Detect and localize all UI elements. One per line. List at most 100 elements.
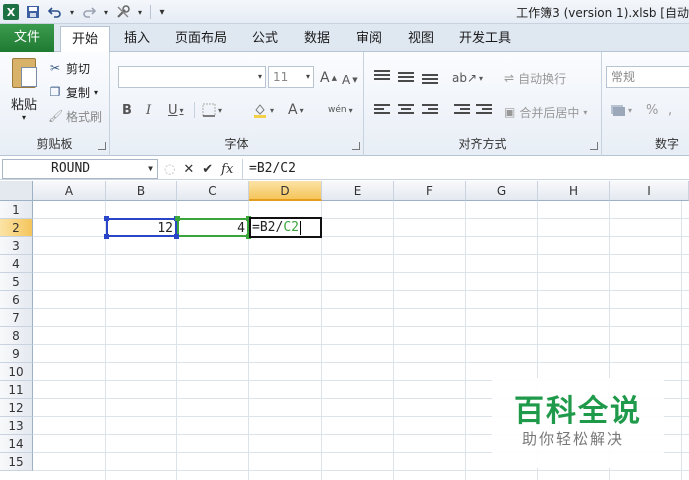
column-header-c[interactable]: C [177,181,249,201]
tab-page-layout[interactable]: 页面布局 [168,26,234,52]
row-header-5[interactable]: 5 [0,273,33,291]
column-header-d[interactable]: D [249,181,322,201]
row-header-8[interactable]: 8 [0,327,33,345]
formula-input[interactable]: =B2/C2 [242,159,689,179]
tab-data[interactable]: 数据 [296,26,338,52]
align-top-icon[interactable] [374,70,390,84]
font-color-button[interactable]: A ▾ [288,100,304,120]
alignment-group-label: 对齐方式 [458,137,507,151]
decrease-indent-icon[interactable] [454,104,470,118]
customize-qat-icon[interactable]: ▾ [157,3,167,21]
redo-dropdown-icon[interactable]: ▾ [102,3,110,21]
column-header-f[interactable]: F [394,181,466,201]
font-size-select[interactable]: 11 ▾ [268,66,314,88]
alignment-launcher-icon[interactable] [590,142,598,150]
orientation-button[interactable]: ab↗ ▾ [452,68,483,88]
column-header-i[interactable]: I [610,181,689,201]
cell-d2-active[interactable]: =B2/C2 [249,217,322,238]
row-header-10[interactable]: 10 [0,363,33,381]
row-header-11[interactable]: 11 [0,381,33,399]
row-header-4[interactable]: 4 [0,255,33,273]
wrap-text-button[interactable]: ⇌ 自动换行 [504,68,566,88]
align-middle-icon[interactable] [398,72,414,86]
row-header-14[interactable]: 14 [0,435,33,453]
row-header-2[interactable]: 2 [0,219,33,237]
phonetic-button[interactable]: wén ▾ [328,100,353,120]
number-format-select[interactable]: 常规 [606,66,689,88]
fill-color-button[interactable]: ▾ [252,100,274,120]
bold-button[interactable]: B [122,100,132,120]
paste-dropdown-icon[interactable]: ▾ [6,113,42,122]
cut-button[interactable]: ✂ 剪切 [48,58,90,78]
align-left-icon[interactable] [374,104,390,118]
tab-formulas[interactable]: 公式 [244,26,286,52]
font-name-select[interactable]: ▾ [118,66,266,88]
quick-access-toolbar: X ▾ ▾ ▾ ▾ [2,3,167,21]
redo-icon[interactable] [80,3,98,21]
ref-handle[interactable] [174,234,179,239]
tools-dropdown-icon[interactable]: ▾ [136,3,144,21]
column-header-b[interactable]: B [106,181,177,201]
ref-handle[interactable] [104,234,109,239]
column-header-a[interactable]: A [33,181,106,201]
cell-c2[interactable]: 4 [177,218,249,237]
row-header-9[interactable]: 9 [0,345,33,363]
format-painter-button[interactable]: 🖌 格式刷 [48,106,102,126]
shrink-font-button[interactable]: A ▼ [342,70,358,90]
cancel-icon[interactable]: ✕ [183,162,194,177]
undo-dropdown-icon[interactable]: ▾ [68,3,76,21]
row-header-13[interactable]: 13 [0,417,33,435]
tools-icon[interactable] [114,3,132,21]
paste-button[interactable]: 粘贴 ▾ [6,58,42,122]
accounting-format-button[interactable]: ▾ [610,100,632,120]
ref-handle[interactable] [104,216,109,221]
borders-button[interactable]: ▾ [202,100,222,120]
tab-review[interactable]: 审阅 [348,26,390,52]
row-header-12[interactable]: 12 [0,399,33,417]
increase-indent-icon[interactable] [476,104,492,118]
row-header-1[interactable]: 1 [0,201,33,219]
name-box-dropdown-icon[interactable]: ▼ [148,160,153,178]
clipboard-launcher-icon[interactable] [98,142,106,150]
column-header-h[interactable]: H [538,181,610,201]
watermark-subtitle: 助你轻松解决 [522,430,625,448]
enter-icon[interactable]: ✔ [202,162,213,177]
merge-center-button[interactable]: ▣ 合并后居中 ▾ [504,102,587,122]
formula-bar: ROUND ▼ ◌ ✕ ✔ fx =B2/C2 [0,158,689,180]
row-header-3[interactable]: 3 [0,237,33,255]
row-header-15[interactable]: 15 [0,453,33,471]
ribbon-tabs: 文件 开始 插入 页面布局 公式 数据 审阅 视图 开发工具 [0,24,689,53]
column-header-g[interactable]: G [466,181,538,201]
copy-dropdown-icon[interactable]: ▾ [94,88,98,97]
paste-icon [12,58,37,88]
tab-developer[interactable]: 开发工具 [452,26,518,52]
percent-style-button[interactable]: % [646,100,658,120]
undo-icon[interactable] [46,3,64,21]
tab-home[interactable]: 开始 [60,26,110,53]
font-launcher-icon[interactable] [352,142,360,150]
excel-logo-icon[interactable]: X [2,3,20,21]
tab-file[interactable]: 文件 [0,24,54,52]
ref-handle[interactable] [175,216,180,221]
select-all-corner[interactable] [0,181,33,201]
qat-separator [150,5,151,19]
insert-function-icon[interactable]: fx [221,162,233,177]
comma-style-button[interactable]: , [668,100,672,120]
copy-button[interactable]: ❐ 复制 ▾ [48,82,98,102]
name-box[interactable]: ROUND ▼ [2,159,158,179]
tab-view[interactable]: 视图 [400,26,442,52]
align-center-icon[interactable] [398,104,414,118]
align-bottom-icon[interactable] [422,74,438,88]
save-icon[interactable] [24,3,42,21]
tab-insert[interactable]: 插入 [114,26,160,52]
grow-font-button[interactable]: A ▲ [320,68,337,88]
cell-b2[interactable]: 12 [106,218,177,237]
row-header-6[interactable]: 6 [0,291,33,309]
formula-buttons: ◌ ✕ ✔ fx [160,158,242,180]
column-header-e[interactable]: E [322,181,394,201]
row-header-7[interactable]: 7 [0,309,33,327]
underline-button[interactable]: U ▾ [168,100,184,120]
align-right-icon[interactable] [422,104,438,118]
gridline [176,201,177,480]
italic-button[interactable]: I [146,100,151,120]
